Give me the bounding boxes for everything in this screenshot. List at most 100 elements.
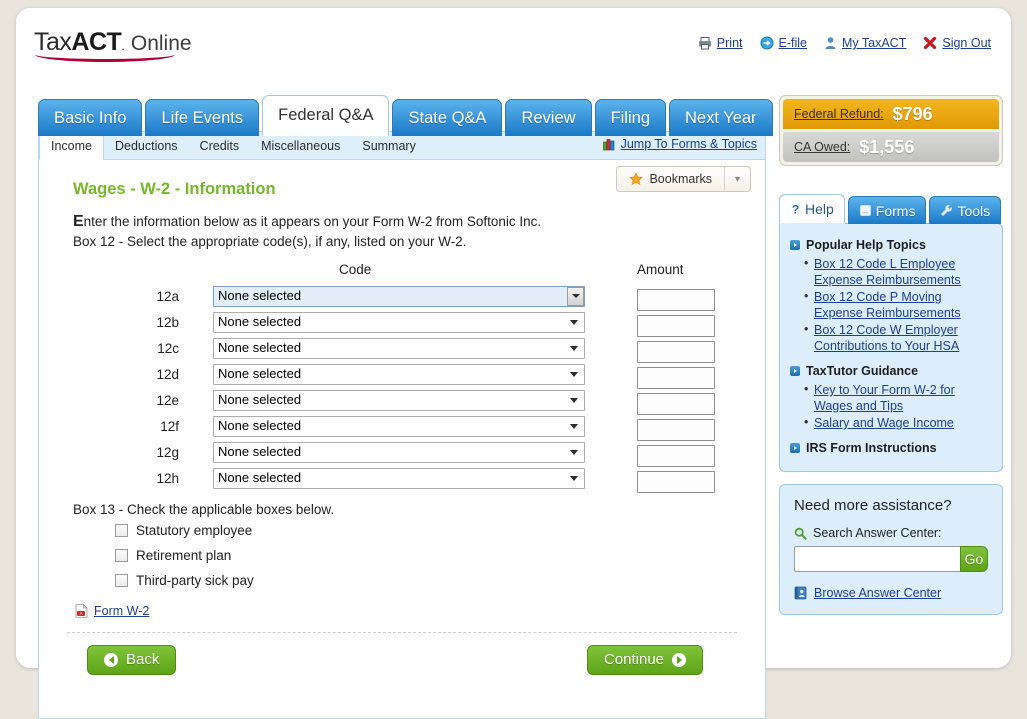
checkbox-third-party-sick-pay[interactable] [115, 573, 128, 587]
refund-summary-card: Federal Refund: $796 CA Owed: $1,556 [779, 95, 1003, 166]
jump-to-forms-label[interactable]: Jump To Forms & Topics [621, 137, 757, 151]
subtab-deductions[interactable]: Deductions [104, 134, 189, 159]
federal-refund-label[interactable]: Federal Refund: [794, 107, 884, 121]
bookmarks-main[interactable]: Bookmarks [617, 167, 724, 191]
code-select-12c[interactable]: None selected [213, 337, 585, 359]
help-panel: Popular Help Topics Box 12 Code L Employ… [779, 223, 1003, 472]
help-link-box12-code-w[interactable]: Box 12 Code W Employer Contributions to … [814, 323, 959, 353]
rail-tab-forms[interactable]: Forms [847, 196, 927, 224]
subtab-summary[interactable]: Summary [351, 134, 426, 159]
help-section-irs-title[interactable]: IRS Form Instructions [790, 441, 992, 455]
logo-online: Online [130, 32, 192, 55]
code-select-12b[interactable]: None selected [213, 311, 585, 333]
help-link-key-form-w2[interactable]: Key to Your Form W-2 for Wages and Tips [814, 383, 955, 413]
tab-federal-qa[interactable]: Federal Q&A [262, 95, 390, 136]
row-label-12f: 12f [160, 418, 179, 434]
chevron-down-icon[interactable] [570, 423, 578, 429]
amount-input-12b[interactable] [637, 314, 715, 337]
tab-review[interactable]: Review [505, 99, 592, 136]
row-label-12g: 12g [156, 444, 179, 460]
row-label-12e: 12e [156, 392, 179, 408]
tab-review-label: Review [521, 108, 576, 127]
chevron-down-icon[interactable] [570, 345, 578, 351]
checkbox-row-third-party-sick-pay[interactable]: Third-party sick pay [115, 573, 751, 588]
code-select-12d[interactable]: None selected [213, 363, 585, 385]
code-select-12f[interactable]: None selected [213, 415, 585, 437]
help-link-box12-code-p[interactable]: Box 12 Code P Moving Expense Reimburseme… [814, 290, 961, 320]
efile-label[interactable]: E-file [779, 36, 807, 50]
list-item: Salary and Wage Income [804, 414, 992, 431]
amount-input-12c[interactable] [637, 340, 715, 363]
tab-next-year[interactable]: Next Year [669, 99, 773, 136]
subtab-income[interactable]: Income [39, 134, 104, 160]
tab-next-year-label: Next Year [685, 108, 757, 127]
checkbox-row-statutory-employee[interactable]: Statutory employee [115, 523, 751, 538]
code-select-12c-value: None selected [218, 339, 302, 355]
chevron-down-icon[interactable] [570, 371, 578, 377]
action-buttons: Back Continue [67, 633, 737, 685]
jump-to-forms-link[interactable]: Jump To Forms & Topics [602, 137, 757, 151]
chevron-down-icon[interactable] [570, 397, 578, 403]
code-select-12a-value: None selected [218, 287, 302, 303]
browse-answer-center-link[interactable]: Browse Answer Center [814, 586, 941, 600]
my-taxact-link[interactable]: My TaxACT [824, 36, 906, 50]
code-select-12e-value: None selected [218, 391, 302, 407]
checkbox-retirement-plan[interactable] [115, 548, 128, 562]
efile-link[interactable]: E-file [760, 36, 807, 50]
books-icon [602, 138, 616, 151]
subtab-summary-label: Summary [362, 139, 416, 153]
subtab-credits[interactable]: Credits [189, 134, 251, 159]
form-w2-label[interactable]: Form W-2 [94, 604, 149, 618]
back-button[interactable]: Back [87, 644, 177, 675]
amount-input-12g[interactable] [637, 444, 715, 467]
help-list-taxtutor: Key to Your Form W-2 for Wages and Tips … [804, 381, 992, 431]
print-link[interactable]: Print [698, 36, 743, 50]
state-owed-row[interactable]: CA Owed: $1,556 [783, 132, 999, 162]
tab-state-qa[interactable]: State Q&A [392, 99, 503, 136]
code-select-12g-value: None selected [218, 443, 302, 459]
row-label-12h: 12h [156, 470, 179, 486]
rail-tab-help[interactable]: ? Help [779, 194, 845, 224]
code-select-12a[interactable]: None selected [213, 285, 585, 307]
help-link-box12-code-l[interactable]: Box 12 Code L Employee Expense Reimburse… [814, 257, 961, 287]
search-input[interactable] [794, 546, 960, 572]
chevron-down-icon[interactable]: ▾ [724, 167, 750, 191]
code-select-12h[interactable]: None selected [213, 467, 585, 489]
go-button[interactable]: Go [960, 546, 988, 572]
my-taxact-label[interactable]: My TaxACT [842, 36, 906, 50]
continue-button[interactable]: Continue [586, 644, 703, 675]
tab-life-events[interactable]: Life Events [145, 99, 260, 136]
chevron-down-icon[interactable] [570, 475, 578, 481]
form-w2-link[interactable]: A Form W-2 [75, 603, 751, 618]
amount-input-12d[interactable] [637, 366, 715, 389]
bookmarks-button[interactable]: Bookmarks ▾ [616, 166, 751, 192]
amount-input-12e[interactable] [637, 392, 715, 415]
federal-refund-row[interactable]: Federal Refund: $796 [783, 99, 999, 129]
rail-tab-tools[interactable]: Tools [929, 196, 1002, 224]
chevron-down-icon[interactable] [570, 319, 578, 325]
code-select-12g[interactable]: None selected [213, 441, 585, 463]
subtab-miscellaneous[interactable]: Miscellaneous [250, 134, 351, 159]
amount-input-12a[interactable] [637, 288, 715, 311]
taxact-logo: TaxACT. Online [34, 28, 192, 62]
code-select-12e[interactable]: None selected [213, 389, 585, 411]
checkbox-row-retirement-plan[interactable]: Retirement plan [115, 548, 751, 563]
chevron-down-icon[interactable] [570, 449, 578, 455]
checkbox-third-party-sick-pay-label: Third-party sick pay [136, 572, 254, 588]
tab-basic-info-label: Basic Info [54, 108, 127, 127]
chevron-down-icon[interactable] [567, 286, 584, 306]
browse-answer-center-row[interactable]: Browse Answer Center [794, 586, 988, 600]
amount-input-12f[interactable] [637, 418, 715, 441]
help-link-salary-wage-income[interactable]: Salary and Wage Income [814, 416, 954, 430]
intro-dropcap: E [73, 213, 84, 230]
subtab-miscellaneous-label: Miscellaneous [261, 139, 341, 153]
sign-out-link[interactable]: Sign Out [923, 36, 991, 50]
tab-filing[interactable]: Filing [594, 99, 666, 136]
amount-input-12h[interactable] [637, 470, 715, 493]
checkbox-statutory-employee[interactable] [115, 523, 128, 537]
state-owed-label[interactable]: CA Owed: [794, 140, 850, 154]
tab-basic-info[interactable]: Basic Info [38, 99, 143, 136]
table-row: 12b None selected [53, 311, 751, 338]
sign-out-label[interactable]: Sign Out [942, 36, 991, 50]
print-label[interactable]: Print [717, 36, 743, 50]
